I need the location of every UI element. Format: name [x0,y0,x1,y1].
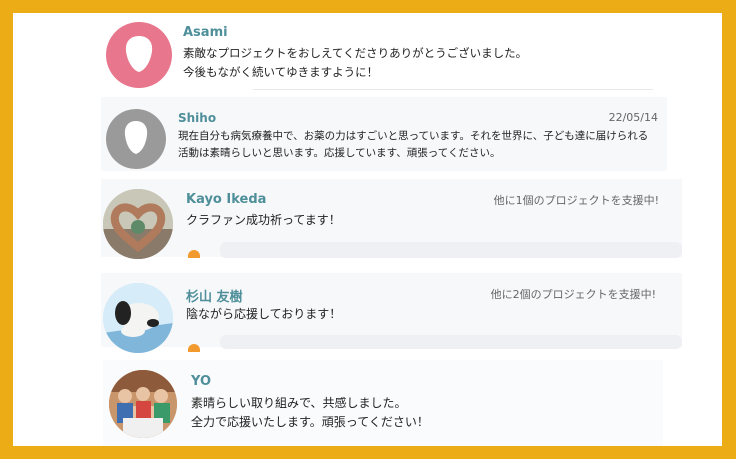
reply-avatar-icon [188,250,200,258]
comment-line: 素敵なプロジェクトをおしえてくださりありがとうございました。 [183,46,528,60]
supporting-count: 他に1個のプロジェクトを支援中! [493,194,659,207]
commenter-name[interactable]: YO [191,374,211,389]
commenter-name[interactable]: 杉山 友樹 [186,286,243,305]
comment-text: 素敵なプロジェクトをおしえてくださりありがとうございました。 今後もながく続いて… [183,44,527,81]
default-avatar-icon [125,36,153,72]
commenter-name[interactable]: Kayo Ikeda [186,192,266,207]
comment-line: 全力で応援いたします。頑張ってください！ [191,415,429,430]
comment-text: クラファン成功祈ってます！ [186,213,341,227]
comment-line: 現在自分も病気療養中で、お薬の力はすごいと思っています。それを世界に、子ども達に… [178,130,649,142]
avatar[interactable] [103,189,173,259]
avatar[interactable] [103,283,173,353]
reply-avatar-icon [188,344,200,352]
heart-hands-photo [103,189,173,259]
reply-box [220,242,682,258]
reply-box [220,335,682,349]
avatar[interactable] [106,22,172,88]
commenter-name[interactable]: Asami [183,25,228,40]
comment-line: 今後もながく続いてゆきますように！ [183,64,379,79]
comment-date: 22/05/14 [608,111,658,124]
plush-dog-photo [103,283,173,353]
avatar[interactable] [109,370,177,438]
comment-text: 陰ながら応援しております！ [186,307,342,321]
avatar[interactable] [106,109,166,169]
comment-line: 素晴らしい取り組みで、共感しました。 [191,396,407,410]
comment-divider [253,89,653,90]
supporting-count: 他に2個のプロジェクトを支援中! [490,288,656,301]
comment-line: 活動は素晴らしいと思います。応援しています、頑張ってください。 [178,147,501,159]
comment-text: 素晴らしい取り組みで、共感しました。 全力で応援いたします。頑張ってください！ [191,394,429,433]
group-photo [109,370,177,438]
commenter-name[interactable]: Shiho [178,111,216,125]
comment-text: 現在自分も病気療養中で、お薬の力はすごいと思っています。それを世界に、子ども達に… [178,128,648,162]
default-avatar-icon [124,121,148,154]
comments-panel: Asami 素敵なプロジェクトをおしえてくださりありがとうございました。 今後も… [13,13,722,446]
